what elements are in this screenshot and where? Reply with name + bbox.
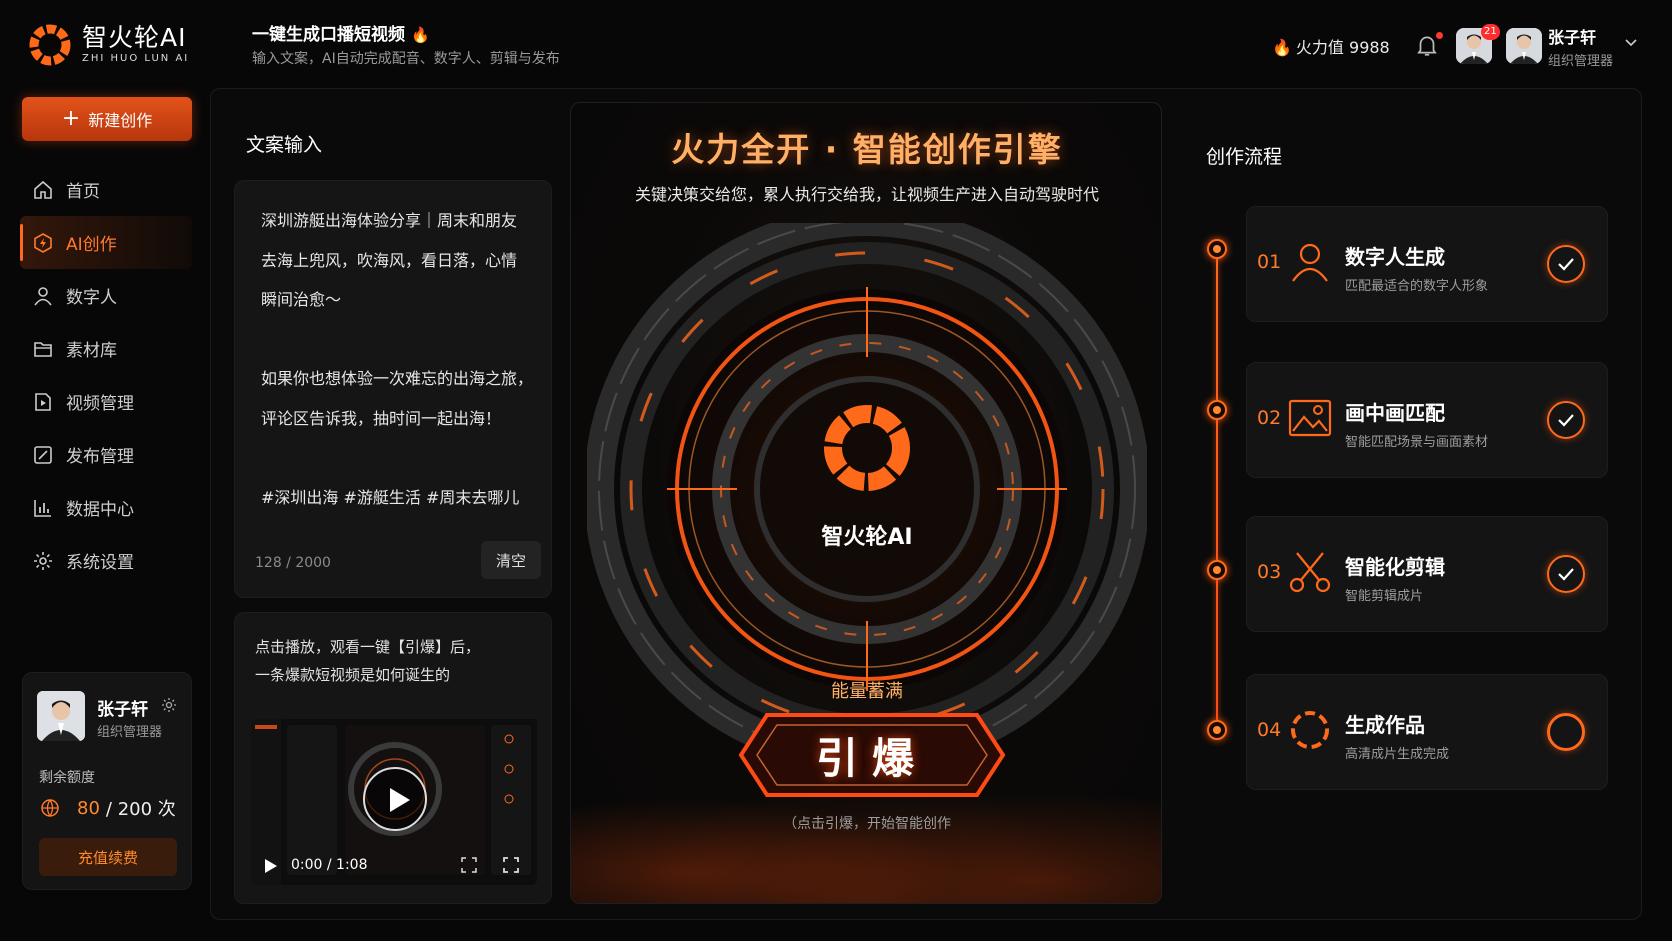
fire-wheel-logo-icon [29,24,71,66]
flame-icon: 🔥 [1272,38,1292,57]
flow-step-pip-match[interactable]: 02 画中画匹配 智能匹配场景与画面素材 [1246,362,1608,478]
quota-label: 剩余额度 [39,770,95,786]
engine-panel: 火力全开 · 智能创作引擎 关键决策交给您，累人执行交给我，让视频生产进入自动驾… [570,102,1162,904]
gear-icon[interactable] [161,697,177,713]
brand-name-en: ZHI HUO LUN AI [82,53,190,64]
energy-status: 能量蓄满 [831,681,903,702]
loading-icon [1291,711,1329,749]
ignite-hint: （点击引爆，开始智能创作 [783,816,951,832]
top-bar: 智火轮AI ZHI HUO LUN AI 一键生成口播短视频 🔥 输入文案，AI自… [0,0,1672,88]
video-file-icon [35,392,51,411]
scissors-icon [1289,552,1331,593]
flow-step-digital-human[interactable]: 01 数字人生成 匹配最适合的数字人形象 [1246,206,1608,322]
timeline-dot [1207,239,1227,259]
copy-input-card: 深圳游艇出海体验分享｜周末和朋友 去海上兜风，吹海风，看日落，心情 瞬间治愈～ … [234,180,552,598]
globe-icon [41,799,59,817]
edit-icon [34,445,52,464]
copy-input-title: 文案输入 [246,134,323,156]
step-number: 02 [1257,407,1282,429]
new-creation-button[interactable]: + 新建创作 [22,97,192,141]
notification-dot [1436,32,1443,39]
sidebar-item-home[interactable]: 首页 [20,163,192,216]
step-title: 数字人生成 [1345,245,1445,269]
play-control-icon[interactable] [265,859,277,873]
plus-icon: + [61,106,81,131]
flow-step-generate-work[interactable]: 04 生成作品 高清成片生成完成 [1246,674,1608,790]
step-number: 03 [1257,561,1282,583]
engine-subtitle: 关键决策交给您，累人执行交给我，让视频生产进入自动驾驶时代 [634,185,1099,204]
brand-name: 智火轮AI [82,23,187,52]
video-time: 0:00 / 1:08 [291,857,368,873]
check-icon [1547,245,1585,283]
flame-icon: 🔥 [411,26,430,44]
page-title: 一键生成口播短视频 🔥 [252,25,430,45]
step-description: 智能匹配场景与画面素材 [1345,435,1489,450]
power-value[interactable]: 🔥 火力值 9988 [1272,34,1390,58]
ai-create-icon [34,232,52,253]
sidebar-nav: 首页 AI创作 数字人 素材库 视频管理 发布管理 数据中心 系统设置 [20,163,192,587]
page-subtitle: 输入文案，AI自动完成配音、数字人、剪辑与发布 [252,51,560,67]
demo-video-card: 点击播放，观看一键【引爆】后， 一条爆款短视频是如何诞生的 0:00 / 1:0… [234,612,552,904]
step-number: 01 [1257,251,1282,273]
chevron-down-icon[interactable] [1624,38,1638,48]
recharge-button[interactable]: 充值续费 [39,838,177,876]
folder-icon [34,341,52,357]
timeline-dot [1207,720,1227,740]
play-icon[interactable] [363,767,427,831]
flow-title: 创作流程 [1206,146,1283,168]
home-icon [34,180,52,199]
demo-video-description: 点击播放，观看一键【引爆】后， 一条爆款短视频是如何诞生的 [255,638,481,684]
sidebar-item-material-library[interactable]: 素材库 [20,322,192,375]
engine-logo-label: 智火轮AI [821,525,913,550]
timeline-dot [1207,560,1227,580]
sidebar-item-publish-management[interactable]: 发布管理 [20,428,192,481]
clear-button[interactable]: 清空 [481,541,541,579]
ignite-button[interactable]: 引爆 [737,725,1007,786]
step-title: 智能化剪辑 [1345,555,1445,579]
check-icon [1547,401,1585,439]
engine-title: 火力全开 · 智能创作引擎 [671,130,1063,169]
flow-timeline [1216,248,1218,730]
person-icon [34,286,52,305]
avatar[interactable] [37,691,85,741]
pip-icon[interactable] [461,857,477,873]
avatar-photo [37,691,85,741]
fullscreen-icon[interactable] [503,857,519,873]
image-icon [1288,399,1332,437]
check-icon [1547,555,1585,593]
header-user-name[interactable]: 张子轩 [1548,24,1596,48]
step-title: 生成作品 [1345,713,1425,737]
pending-circle-icon [1547,713,1585,751]
quota-value: 80 / 200 次 [39,795,176,821]
notification-badge: 21 [1481,24,1500,40]
sidebar-item-ai-create[interactable]: AI创作 [20,216,192,269]
user-card: 张子轩 组织管理器 剩余额度 80 / 200 次 充值续费 [22,672,192,890]
flow-step-smart-edit[interactable]: 03 智能化剪辑 智能剪辑成片 [1246,516,1608,632]
gear-icon [34,551,52,570]
step-number: 04 [1257,719,1282,741]
chart-icon [34,499,51,517]
person-icon [1292,243,1328,282]
header-user-role: 组织管理器 [1548,54,1614,69]
step-description: 智能剪辑成片 [1345,589,1424,604]
video-player[interactable]: 0:00 / 1:08 [251,709,537,885]
avatar-photo [1506,28,1542,64]
brand-logo[interactable]: 智火轮AI ZHI HUO LUN AI [28,20,218,70]
char-count: 128 / 2000 [255,555,331,571]
avatar[interactable] [1506,28,1542,64]
sidebar-item-data-center[interactable]: 数据中心 [20,481,192,534]
sidebar-item-system-settings[interactable]: 系统设置 [20,534,192,587]
sidebar-item-digital-human[interactable]: 数字人 [20,269,192,322]
copy-textarea[interactable]: 深圳游艇出海体验分享｜周末和朋友 去海上兜风，吹海风，看日落，心情 瞬间治愈～ … [261,201,541,517]
step-title: 画中画匹配 [1345,401,1445,425]
timeline-dot [1207,400,1227,420]
sidebar-item-video-management[interactable]: 视频管理 [20,375,192,428]
step-description: 匹配最适合的数字人形象 [1345,279,1489,294]
step-description: 高清成片生成完成 [1345,747,1450,762]
user-name: 张子轩 [97,700,148,720]
user-role: 组织管理器 [97,725,163,740]
